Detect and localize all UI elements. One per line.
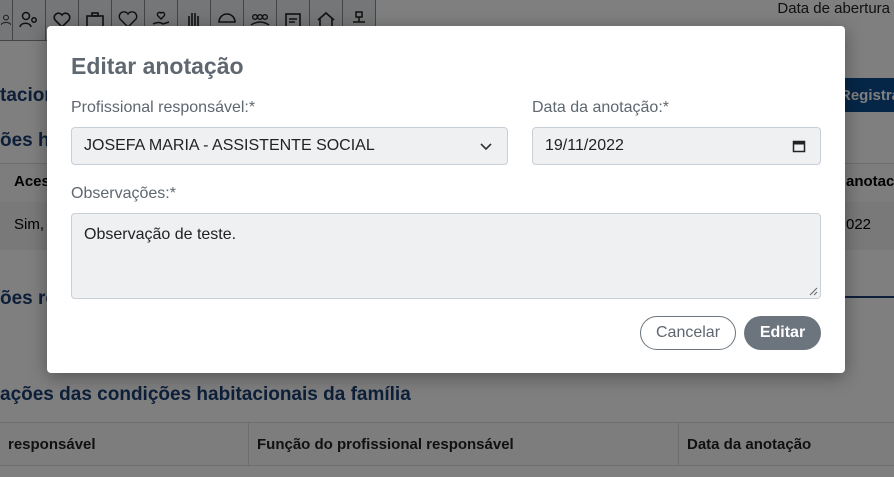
edit-annotation-modal: Editar anotação Profissional responsável… <box>47 26 845 373</box>
observations-textarea[interactable]: Observação de teste. <box>71 213 821 299</box>
chevron-down-icon <box>480 143 492 151</box>
observations-value: Observação de teste. <box>84 226 237 243</box>
edit-button[interactable]: Editar <box>744 316 821 350</box>
observations-label: Observações:* <box>71 185 176 202</box>
professional-value: JOSEFA MARIA - ASSISTENTE SOCIAL <box>84 137 375 154</box>
professional-select[interactable]: JOSEFA MARIA - ASSISTENTE SOCIAL <box>71 127 508 165</box>
professional-label: Profissional responsável:* <box>71 99 256 116</box>
resize-handle-icon[interactable] <box>808 286 818 296</box>
date-input[interactable]: 19/11/2022 <box>532 127 821 165</box>
calendar-icon[interactable] <box>792 139 806 153</box>
cancel-button[interactable]: Cancelar <box>640 316 736 350</box>
modal-title: Editar anotação <box>71 53 244 79</box>
date-label: Data da anotação:* <box>532 99 669 116</box>
date-value: 19/11/2022 <box>545 137 624 154</box>
